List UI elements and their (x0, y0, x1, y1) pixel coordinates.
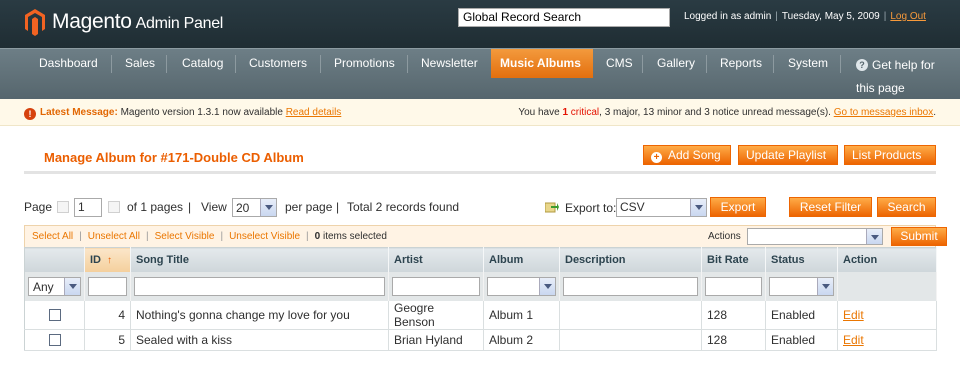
nav-music-albums[interactable]: Music Albums (491, 49, 593, 78)
nav-promotions[interactable]: Promotions (325, 49, 404, 78)
next-page-icon[interactable] (108, 201, 120, 213)
user-info: Logged in as admin | Tuesday, May 5, 2009 |… (684, 11, 926, 22)
export-button[interactable]: Export (710, 197, 766, 217)
page-number-input[interactable]: 1 (74, 198, 102, 217)
per-page-select[interactable]: 20 (232, 198, 277, 217)
per-page-label: per page (285, 200, 333, 214)
add-icon: + (651, 152, 662, 163)
column-header-id[interactable]: ID ↑ (84, 247, 131, 272)
prev-page-icon[interactable] (57, 201, 69, 213)
message-title: Latest Message: (40, 107, 118, 118)
main-nav: Dashboard Sales Catalog Customers Promot… (0, 48, 960, 99)
nav-sales[interactable]: Sales (116, 49, 164, 78)
bit-rate-filter-input[interactable] (705, 276, 762, 296)
column-header-description[interactable]: Description (559, 247, 702, 272)
songs-grid: ID ↑ Song Title Artist Album Description … (24, 247, 937, 351)
id-filter-input[interactable] (88, 276, 127, 296)
message-text: Magento version 1.3.1 now available (120, 107, 283, 118)
read-details-link[interactable]: Read details (286, 107, 342, 118)
album-filter-select[interactable] (487, 276, 556, 296)
logo-text: Magento Admin Panel (52, 10, 224, 33)
current-date: Tuesday, May 5, 2009 (781, 11, 880, 22)
column-header-status[interactable]: Status (765, 247, 838, 272)
column-header-song-title[interactable]: Song Title (130, 247, 389, 272)
of-pages-label: of 1 pages (127, 200, 184, 214)
row-checkbox[interactable] (48, 334, 61, 347)
export-label: Export to: (565, 201, 617, 215)
column-header-artist[interactable]: Artist (388, 247, 484, 272)
messages-inbox-link[interactable]: Go to messages inbox (834, 107, 934, 118)
global-search-input[interactable]: Global Record Search (458, 8, 670, 27)
unselect-visible-link[interactable]: Unselect Visible (229, 231, 300, 242)
column-header-bit-rate[interactable]: Bit Rate (701, 247, 766, 272)
help-link[interactable]: ? Get help for this page (856, 54, 946, 100)
reset-filter-button[interactable]: Reset Filter (789, 197, 872, 217)
status-filter-select[interactable] (769, 276, 834, 296)
nav-system[interactable]: System (779, 49, 837, 78)
export-icon (545, 202, 559, 213)
update-playlist-button[interactable]: Update Playlist (738, 145, 838, 165)
logged-in-label: Logged in as admin (684, 11, 772, 22)
admin-header: Magento Admin Panel Global Record Search … (0, 0, 960, 48)
view-label: View (201, 200, 227, 214)
list-products-button[interactable]: List Products (844, 145, 936, 165)
table-row: 4 Nothing's gonna change my love for you… (24, 300, 937, 330)
grid-filter-row: Any (24, 271, 937, 301)
select-all-link[interactable]: Select All (32, 231, 73, 242)
row-checkbox[interactable] (48, 309, 61, 322)
magento-logo[interactable]: Magento Admin Panel (24, 8, 223, 36)
alert-icon: ! (24, 108, 36, 120)
sort-up-icon: ↑ (107, 254, 112, 266)
grid-header-row: ID ↑ Song Title Artist Album Description … (24, 247, 937, 272)
logout-link[interactable]: Log Out (890, 11, 926, 22)
nav-cms[interactable]: CMS (597, 49, 642, 78)
nav-reports[interactable]: Reports (711, 49, 771, 78)
song-title-filter-input[interactable] (134, 276, 385, 296)
nav-customers[interactable]: Customers (240, 49, 316, 78)
page-title: Manage Album for #171-Double CD Album (44, 150, 304, 165)
chevron-down-icon (866, 229, 882, 244)
artist-filter-input[interactable] (392, 276, 480, 296)
chevron-down-icon (817, 277, 833, 295)
title-divider (24, 171, 936, 174)
magento-logo-icon (24, 8, 46, 36)
nav-dashboard[interactable]: Dashboard (30, 49, 107, 78)
chevron-down-icon (690, 199, 706, 216)
unselect-all-link[interactable]: Unselect All (88, 231, 140, 242)
total-records: Total 2 records found (347, 200, 460, 214)
column-header-select (24, 247, 85, 272)
column-header-action: Action (837, 247, 937, 272)
nav-gallery[interactable]: Gallery (648, 49, 704, 78)
critical-count: 1 (562, 107, 569, 118)
nav-catalog[interactable]: Catalog (173, 49, 232, 78)
description-filter-input[interactable] (563, 276, 698, 296)
actions-select[interactable] (747, 228, 883, 245)
submit-button[interactable]: Submit (891, 227, 947, 246)
nav-newsletter[interactable]: Newsletter (412, 49, 487, 78)
message-bar: ! Latest Message: Magento version 1.3.1 n… (0, 99, 960, 126)
chevron-down-icon (64, 277, 80, 295)
chevron-down-icon (260, 199, 276, 216)
help-icon: ? (856, 59, 868, 71)
actions-label: Actions (708, 231, 741, 242)
edit-link[interactable]: Edit (843, 308, 864, 322)
chevron-down-icon (539, 277, 555, 295)
table-row: 5 Sealed with a kiss Brian Hyland Album … (24, 329, 937, 351)
select-visible-link[interactable]: Select Visible (155, 231, 215, 242)
export-format-select[interactable]: CSV (616, 198, 707, 217)
selected-label: items selected (323, 231, 387, 242)
edit-link[interactable]: Edit (843, 333, 864, 347)
column-header-album[interactable]: Album (483, 247, 560, 272)
selected-count: 0 (314, 231, 321, 242)
select-filter[interactable]: Any (28, 276, 81, 296)
search-button[interactable]: Search (877, 197, 936, 217)
add-song-button[interactable]: + Add Song (643, 145, 731, 165)
page-label: Page (24, 200, 53, 214)
massaction-bar: Select All | Unselect All | Select Visible | U… (24, 225, 947, 247)
